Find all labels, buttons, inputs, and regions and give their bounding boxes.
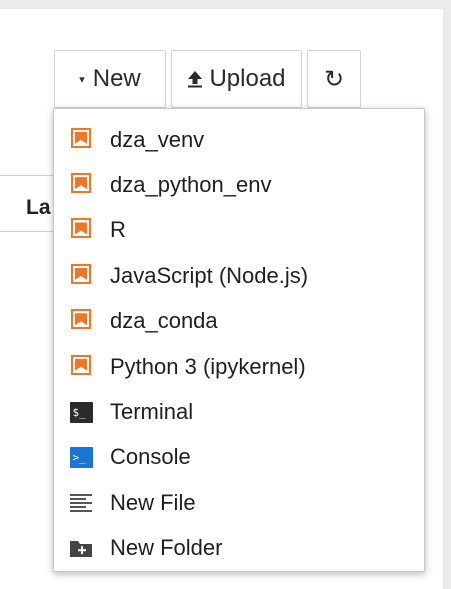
menu-item-terminal[interactable]: $_ Terminal [54, 389, 424, 434]
menu-item-dza-conda[interactable]: dza_conda [54, 299, 424, 344]
refresh-button[interactable]: ↻ [307, 50, 361, 108]
new-button[interactable]: ▾ New [54, 50, 166, 108]
menu-item-dza-venv[interactable]: dza_venv [54, 117, 424, 162]
menu-item-python3-ipykernel[interactable]: Python 3 (ipykernel) [54, 344, 424, 389]
menu-item-console[interactable]: >_ Console [54, 435, 424, 480]
kernel-bookmark-icon [68, 308, 94, 334]
upload-button-label: Upload [209, 65, 286, 92]
menu-item-dza-python-env[interactable]: dza_python_env [54, 162, 424, 207]
console-icon: >_ [68, 444, 94, 470]
upload-button[interactable]: Upload [171, 50, 302, 108]
file-list-header-label: La [26, 196, 51, 219]
upload-icon [187, 70, 203, 88]
refresh-icon: ↻ [323, 65, 345, 93]
kernel-bookmark-icon [68, 172, 94, 198]
menu-item-new-file[interactable]: New File [54, 480, 424, 525]
menu-item-new-folder[interactable]: New Folder [54, 526, 424, 571]
caret-down-icon: ▾ [79, 73, 85, 86]
text-file-icon [68, 490, 94, 516]
kernel-bookmark-icon [68, 263, 94, 289]
kernel-bookmark-icon [68, 217, 94, 243]
new-folder-icon [68, 535, 94, 561]
menu-item-r[interactable]: R [54, 208, 424, 253]
kernel-bookmark-icon [68, 127, 94, 153]
terminal-icon: $_ [68, 399, 94, 425]
new-button-label: New [92, 65, 141, 92]
new-dropdown-menu: dza_venv dza_python_env R JavaScript (No… [53, 108, 425, 572]
kernel-bookmark-icon [68, 354, 94, 380]
menu-item-javascript-nodejs[interactable]: JavaScript (Node.js) [54, 253, 424, 298]
